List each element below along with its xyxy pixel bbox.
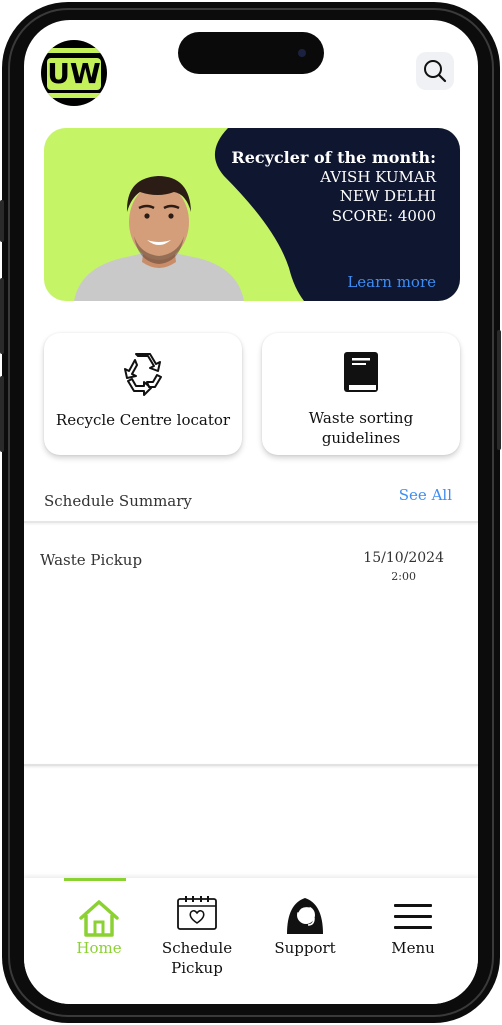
waste-sorting-label-line2: guidelines	[321, 429, 401, 447]
recycler-city: NEW DELHI	[339, 187, 436, 205]
search-button[interactable]	[416, 52, 454, 90]
schedule-summary-title: Schedule Summary	[44, 492, 192, 510]
recycle-centre-label: Recycle Centre locator	[55, 411, 231, 429]
schedule-divider-bottom	[24, 764, 478, 766]
dynamic-island	[178, 32, 324, 74]
schedule-item-date: 15/10/2024	[363, 550, 444, 566]
nav-tab-support[interactable]: Support	[250, 878, 360, 988]
nav-home-label: Home	[76, 939, 122, 957]
nav-tab-menu[interactable]: Menu	[358, 878, 468, 988]
home-icon	[79, 900, 119, 937]
nav-support-label: Support	[274, 939, 336, 957]
bottom-navigation-bar: Home Schedule Pickup Support Menu	[24, 878, 478, 1004]
camera-dot	[298, 49, 306, 57]
logo-band-bottom	[41, 93, 107, 98]
app-logo[interactable]: UW	[41, 40, 107, 106]
nav-schedule-label-line1: Schedule	[161, 939, 233, 957]
support-agent-icon	[287, 898, 323, 934]
app-screen: UW Recycler of the month: AVISH KUMAR NE…	[24, 20, 478, 1004]
nav-menu-label: Menu	[391, 939, 435, 957]
see-all-link[interactable]: See All	[399, 486, 452, 504]
recycle-icon	[124, 353, 162, 396]
side-button-mute	[0, 200, 4, 242]
hamburger-menu-icon	[394, 904, 432, 929]
side-button-volume-down	[0, 376, 4, 452]
calendar-icon	[177, 896, 217, 930]
logo-text: UW	[47, 57, 101, 90]
logo-band-top	[41, 48, 107, 53]
schedule-divider-top	[24, 521, 478, 523]
side-button-volume-up	[0, 278, 4, 354]
recycler-of-month-banner[interactable]: Recycler of the month: AVISH KUMAR NEW D…	[44, 128, 460, 301]
schedule-item-time: 2:00	[391, 570, 416, 583]
search-icon	[424, 60, 447, 83]
nav-schedule-label-line2: Pickup	[171, 959, 223, 977]
active-tab-indicator	[64, 878, 126, 881]
recycle-centre-locator-card[interactable]: Recycle Centre locator	[44, 333, 242, 455]
learn-more-link[interactable]: Learn more	[347, 273, 436, 291]
recycler-name: AVISH KUMAR	[320, 168, 436, 186]
schedule-item-name: Waste Pickup	[40, 551, 143, 569]
nav-tab-home[interactable]: Home	[44, 878, 154, 988]
book-icon	[344, 352, 378, 392]
nav-tab-schedule-pickup[interactable]: Schedule Pickup	[142, 878, 252, 988]
banner-title: Recycler of the month:	[231, 148, 436, 167]
recycler-photo	[74, 176, 244, 301]
waste-sorting-guidelines-card[interactable]: Waste sorting guidelines	[262, 333, 460, 455]
side-button-power	[497, 330, 501, 450]
recycler-score: SCORE: 4000	[331, 207, 436, 225]
waste-sorting-label-line1: Waste sorting	[308, 409, 414, 427]
